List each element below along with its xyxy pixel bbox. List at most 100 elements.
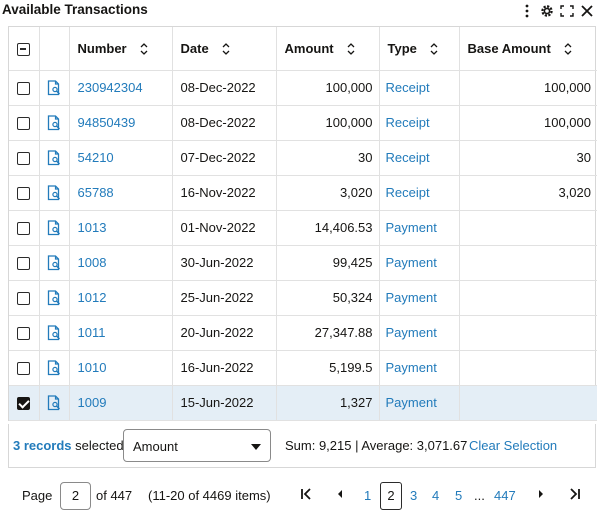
transaction-number-link[interactable]: 1010 xyxy=(78,360,107,375)
view-document-icon[interactable] xyxy=(47,289,61,305)
table-row[interactable]: 1008 30-Jun-2022 99,425 Payment xyxy=(9,245,597,281)
row-checkbox[interactable] xyxy=(17,222,31,236)
view-document-icon[interactable] xyxy=(47,359,61,375)
clear-selection-link[interactable]: Clear Selection xyxy=(469,438,557,453)
next-page-icon[interactable] xyxy=(532,484,550,504)
transaction-type-link[interactable]: Receipt xyxy=(386,150,430,165)
gear-icon[interactable] xyxy=(540,3,554,19)
transaction-type-link[interactable]: Payment xyxy=(386,325,437,340)
table-row[interactable]: 1011 20-Jun-2022 27,347.88 Payment xyxy=(9,315,597,351)
view-document-icon[interactable] xyxy=(47,79,61,95)
row-select-cell[interactable] xyxy=(9,70,40,106)
selected-records-count[interactable]: 3 records xyxy=(13,438,72,453)
row-checkbox[interactable] xyxy=(17,82,31,96)
view-document-cell[interactable] xyxy=(39,245,70,281)
view-document-icon[interactable] xyxy=(47,219,61,235)
page-link-3[interactable]: 3 xyxy=(410,488,417,503)
view-document-icon[interactable] xyxy=(47,324,61,340)
row-checkbox[interactable] xyxy=(17,152,31,166)
row-select-cell[interactable] xyxy=(9,245,40,281)
sort-icon[interactable] xyxy=(139,42,149,56)
transaction-number-link[interactable]: 65788 xyxy=(78,185,114,200)
row-select-cell[interactable] xyxy=(9,105,40,141)
view-document-cell[interactable] xyxy=(39,385,70,421)
row-select-cell[interactable] xyxy=(9,140,40,176)
expand-icon[interactable] xyxy=(560,3,574,19)
view-document-cell[interactable] xyxy=(39,105,70,141)
transaction-type-link[interactable]: Payment xyxy=(386,360,437,375)
transaction-number-link[interactable]: 94850439 xyxy=(78,115,136,130)
view-document-icon[interactable] xyxy=(47,149,61,165)
row-checkbox[interactable] xyxy=(17,327,31,341)
table-row[interactable]: 1010 16-Jun-2022 5,199.5 Payment xyxy=(9,350,597,386)
table-row[interactable]: 94850439 08-Dec-2022 100,000 Receipt 100,000 xyxy=(9,105,597,141)
transaction-number-link[interactable]: 1011 xyxy=(78,325,106,340)
page-link-1[interactable]: 1 xyxy=(364,488,371,503)
view-document-cell[interactable] xyxy=(39,175,70,211)
view-document-icon[interactable] xyxy=(47,184,61,200)
row-select-cell[interactable] xyxy=(9,175,40,211)
previous-page-icon[interactable] xyxy=(331,484,349,504)
view-document-cell[interactable] xyxy=(39,280,70,316)
aggregate-field-select[interactable]: Amount xyxy=(123,429,271,462)
transaction-type-link[interactable]: Payment xyxy=(386,395,437,410)
row-checkbox[interactable] xyxy=(17,257,31,271)
transaction-type-link[interactable]: Receipt xyxy=(386,80,430,95)
sort-icon[interactable] xyxy=(346,42,356,56)
row-checkbox[interactable] xyxy=(17,187,31,201)
transaction-number-link[interactable]: 230942304 xyxy=(78,80,143,95)
transaction-number-link[interactable]: 54210 xyxy=(78,150,114,165)
view-document-icon[interactable] xyxy=(47,254,61,270)
table-row[interactable]: 54210 07-Dec-2022 30 Receipt 30 xyxy=(9,140,597,176)
transaction-type-link[interactable]: Payment xyxy=(386,255,437,270)
column-header-base-amount[interactable]: Base Amount xyxy=(459,27,597,71)
view-document-icon[interactable] xyxy=(47,394,61,410)
page-link-last[interactable]: 447 xyxy=(494,488,516,503)
transaction-number-link[interactable]: 1009 xyxy=(78,395,107,410)
table-row[interactable]: 65788 16-Nov-2022 3,020 Receipt 3,020 xyxy=(9,175,597,211)
transaction-type-link[interactable]: Receipt xyxy=(386,185,430,200)
column-header-amount[interactable]: Amount xyxy=(276,27,380,71)
row-checkbox[interactable] xyxy=(17,397,31,411)
view-document-cell[interactable] xyxy=(39,140,70,176)
view-document-cell[interactable] xyxy=(39,350,70,386)
row-checkbox[interactable] xyxy=(17,362,31,376)
close-icon[interactable] xyxy=(580,3,594,19)
column-header-date[interactable]: Date xyxy=(172,27,277,71)
more-icon[interactable] xyxy=(520,3,534,19)
view-document-cell[interactable] xyxy=(39,70,70,106)
last-page-icon[interactable] xyxy=(566,484,584,504)
row-checkbox[interactable] xyxy=(17,117,31,131)
table-row[interactable]: 1009 15-Jun-2022 1,327 Payment xyxy=(9,385,597,421)
page-link-4[interactable]: 4 xyxy=(432,488,439,503)
row-select-cell[interactable] xyxy=(9,280,40,316)
first-page-icon[interactable] xyxy=(297,484,315,504)
table-row[interactable]: 1013 01-Nov-2022 14,406.53 Payment xyxy=(9,210,597,246)
transaction-type-link[interactable]: Payment xyxy=(386,220,437,235)
row-select-cell[interactable] xyxy=(9,315,40,351)
table-row[interactable]: 230942304 08-Dec-2022 100,000 Receipt 100,00… xyxy=(9,70,597,106)
sort-icon[interactable] xyxy=(221,42,231,56)
view-document-icon[interactable] xyxy=(47,114,61,130)
column-header-number[interactable]: Number xyxy=(69,27,173,71)
sort-icon[interactable] xyxy=(429,42,439,56)
page-link-5[interactable]: 5 xyxy=(455,488,462,503)
row-select-cell[interactable] xyxy=(9,210,40,246)
table-row[interactable]: 1012 25-Jun-2022 50,324 Payment xyxy=(9,280,597,316)
page-link-current[interactable]: 2 xyxy=(380,482,402,510)
row-select-cell[interactable] xyxy=(9,385,40,421)
transaction-number-link[interactable]: 1012 xyxy=(78,290,107,305)
view-document-cell[interactable] xyxy=(39,315,70,351)
transaction-type-link[interactable]: Receipt xyxy=(386,115,430,130)
transaction-type-link[interactable]: Payment xyxy=(386,290,437,305)
select-all-header[interactable] xyxy=(9,27,40,71)
column-header-type[interactable]: Type xyxy=(379,27,460,71)
transaction-number-link[interactable]: 1008 xyxy=(78,255,107,270)
view-document-cell[interactable] xyxy=(39,210,70,246)
page-number-input[interactable]: 2 xyxy=(60,482,91,510)
select-all-checkbox[interactable] xyxy=(17,42,31,56)
row-checkbox[interactable] xyxy=(17,292,31,306)
row-select-cell[interactable] xyxy=(9,350,40,386)
transaction-number-link[interactable]: 1013 xyxy=(78,220,107,235)
sort-icon[interactable] xyxy=(563,42,573,56)
